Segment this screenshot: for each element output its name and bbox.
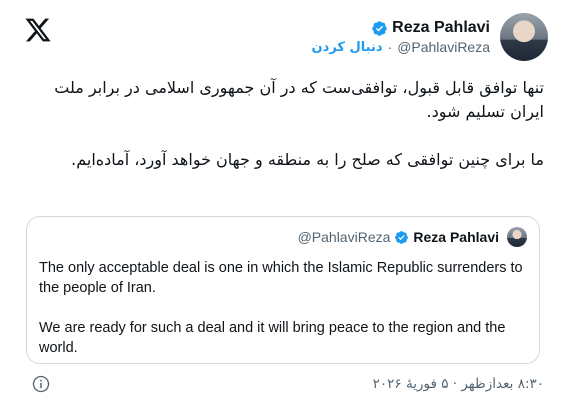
tweet-card: Reza Pahlavi دنبال کردن · @PahlaviReza ت… (0, 0, 564, 411)
quoted-paragraph-2: We are ready for such a deal and it will… (39, 320, 506, 356)
quoted-paragraph-1: The only acceptable deal is one in which… (39, 260, 523, 296)
x-logo-icon[interactable] (24, 16, 52, 44)
quoted-author-handle: @PahlaviReza (297, 229, 391, 245)
author-display-name[interactable]: Reza Pahlavi (392, 19, 490, 37)
author-names: Reza Pahlavi دنبال کردن · @PahlaviReza (312, 19, 490, 55)
tweet-paragraph-1: تنها توافق قابل قبول، توافقی‌ست که در آن… (54, 78, 544, 121)
quoted-tweet-text: The only acceptable deal is one in which… (39, 258, 527, 358)
quoted-author-name: Reza Pahlavi (413, 229, 499, 245)
author-avatar[interactable] (500, 13, 548, 61)
tweet-paragraph-2: ما برای چنین توافقی که صلح را به منطقه و… (71, 150, 544, 169)
tweet-text: تنها توافق قابل قبول، توافقی‌ست که در آن… (20, 76, 544, 172)
tweet-author: Reza Pahlavi دنبال کردن · @PahlaviReza (312, 12, 548, 62)
quoted-author-avatar (507, 227, 527, 247)
author-name-row: Reza Pahlavi (371, 19, 490, 37)
verified-badge-icon (395, 230, 409, 244)
quoted-tweet[interactable]: @PahlaviReza Reza Pahlavi The only accep… (26, 216, 540, 364)
author-handle[interactable]: @PahlaviReza (397, 39, 490, 55)
author-handle-row: دنبال کردن · @PahlaviReza (312, 39, 490, 55)
verified-badge-icon (372, 20, 387, 36)
tweet-timestamp[interactable]: ۸:۳۰ بعدازظهر · ۵ فوریهٔ ۲۰۲۶ (373, 376, 544, 392)
follow-button[interactable]: دنبال کردن (312, 40, 383, 55)
quoted-tweet-header: @PahlaviReza Reza Pahlavi (298, 227, 527, 247)
handle-separator: · (387, 39, 393, 55)
info-icon[interactable] (32, 375, 50, 393)
